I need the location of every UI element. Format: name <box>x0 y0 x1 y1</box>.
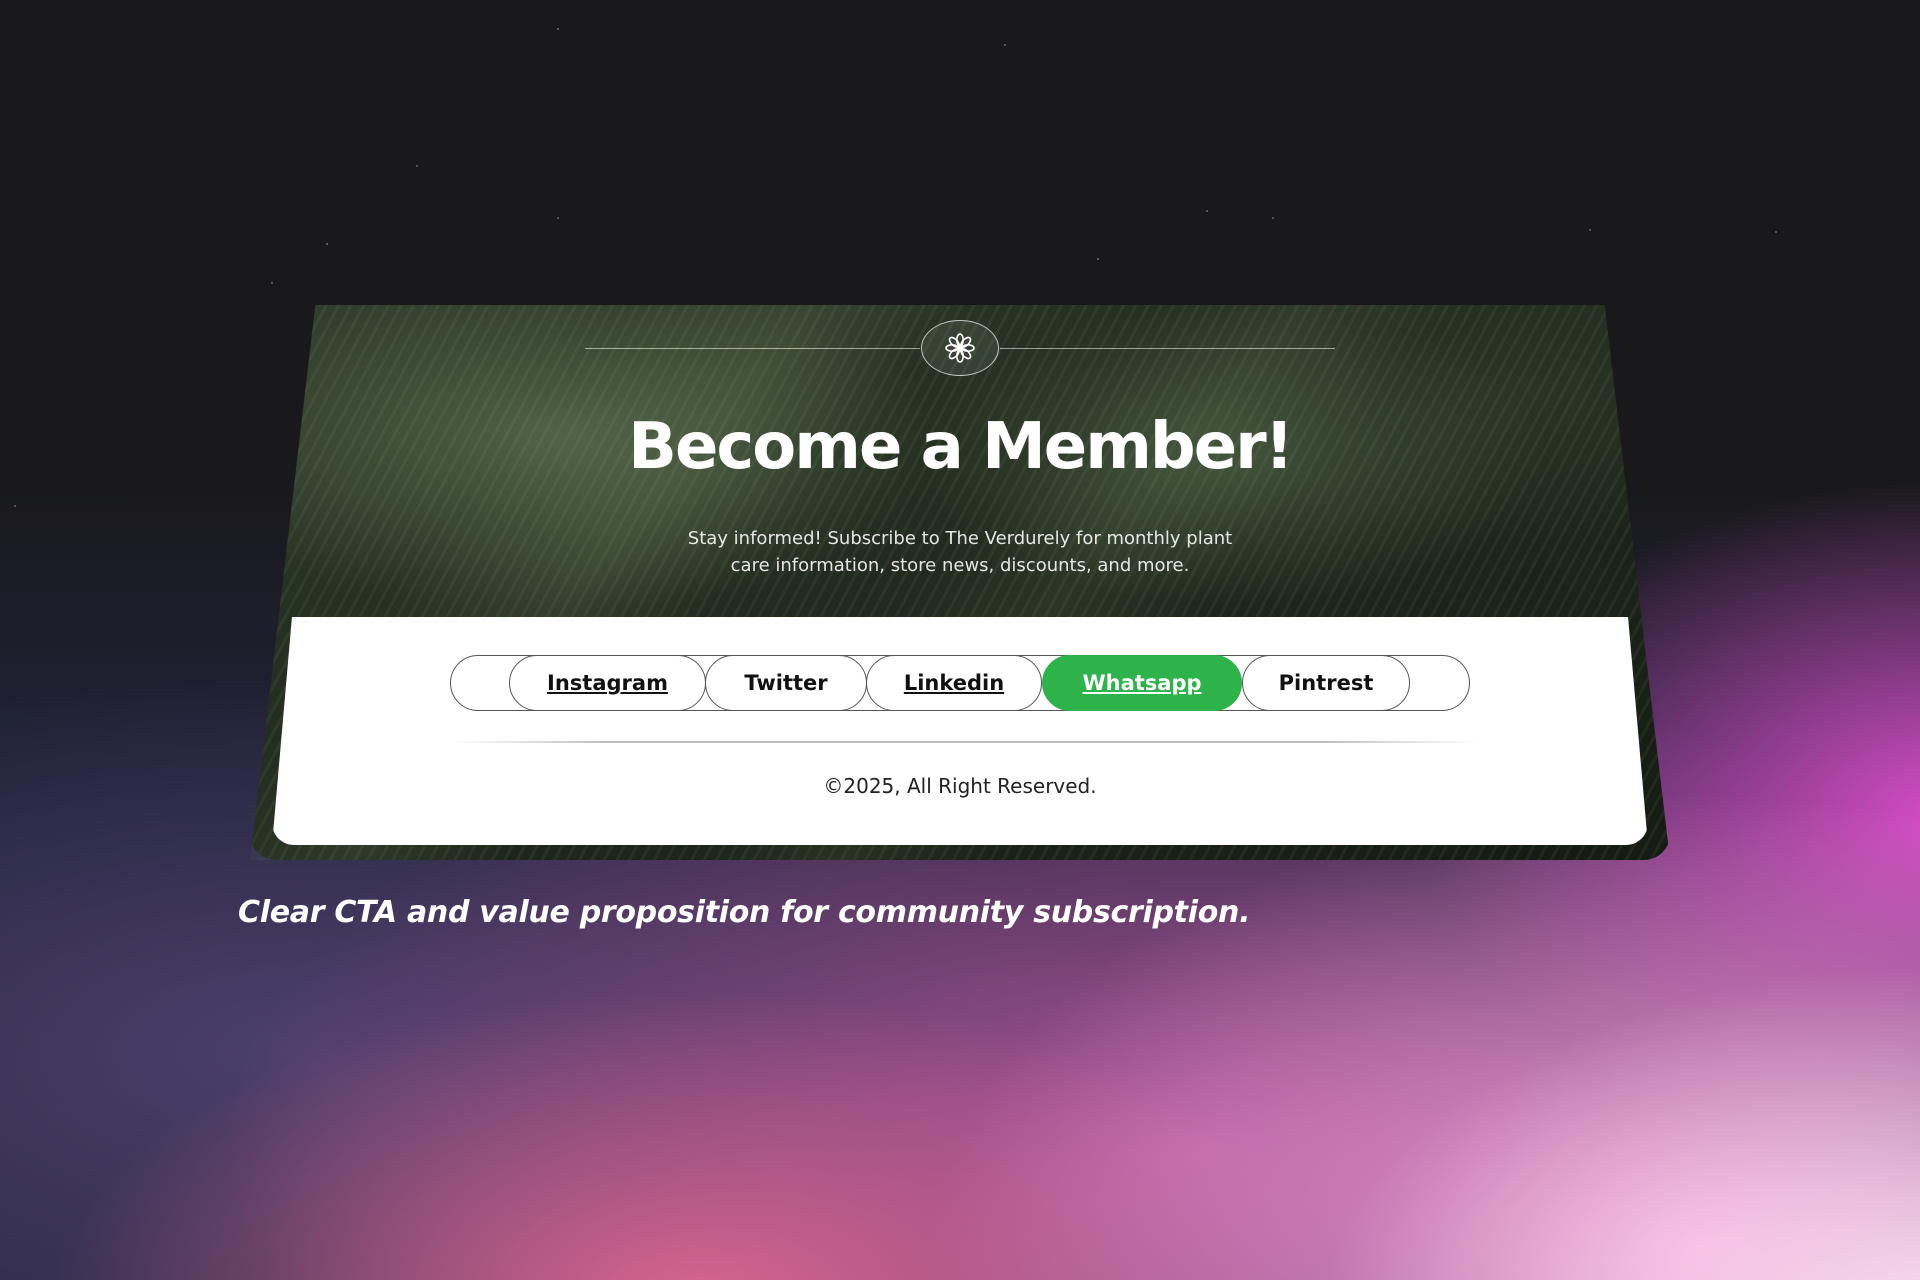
caption-text: Clear CTA and value proposition for comm… <box>238 895 1251 930</box>
page-background: Become a Member! Stay informed! Subscrib… <box>0 0 1920 1280</box>
emblem-line-right <box>1000 348 1335 349</box>
card-subtitle: Stay informed! Subscribe to The Verdurel… <box>610 525 1310 579</box>
membership-card: Become a Member! Stay informed! Subscrib… <box>250 305 1670 860</box>
social-link-whatsapp[interactable]: Whatsapp <box>1042 655 1242 711</box>
emblem-line-left <box>585 348 920 349</box>
footer-divider <box>450 741 1480 743</box>
subtitle-line-1: Stay informed! Subscribe to The Verdurel… <box>687 528 1233 549</box>
social-link-instagram[interactable]: Instagram <box>509 655 706 711</box>
card-title: Become a Member! <box>628 410 1294 484</box>
social-link-pintrest[interactable]: Pintrest <box>1242 655 1410 711</box>
flower-icon <box>921 320 999 376</box>
social-link-linkedin[interactable]: Linkedin <box>866 655 1042 711</box>
copyright-text: ©2025, All Right Reserved. <box>823 774 1097 798</box>
subtitle-line-2: care information, store news, discounts,… <box>730 555 1190 576</box>
footer-panel <box>272 617 1648 845</box>
social-link-twitter[interactable]: Twitter <box>705 655 867 711</box>
